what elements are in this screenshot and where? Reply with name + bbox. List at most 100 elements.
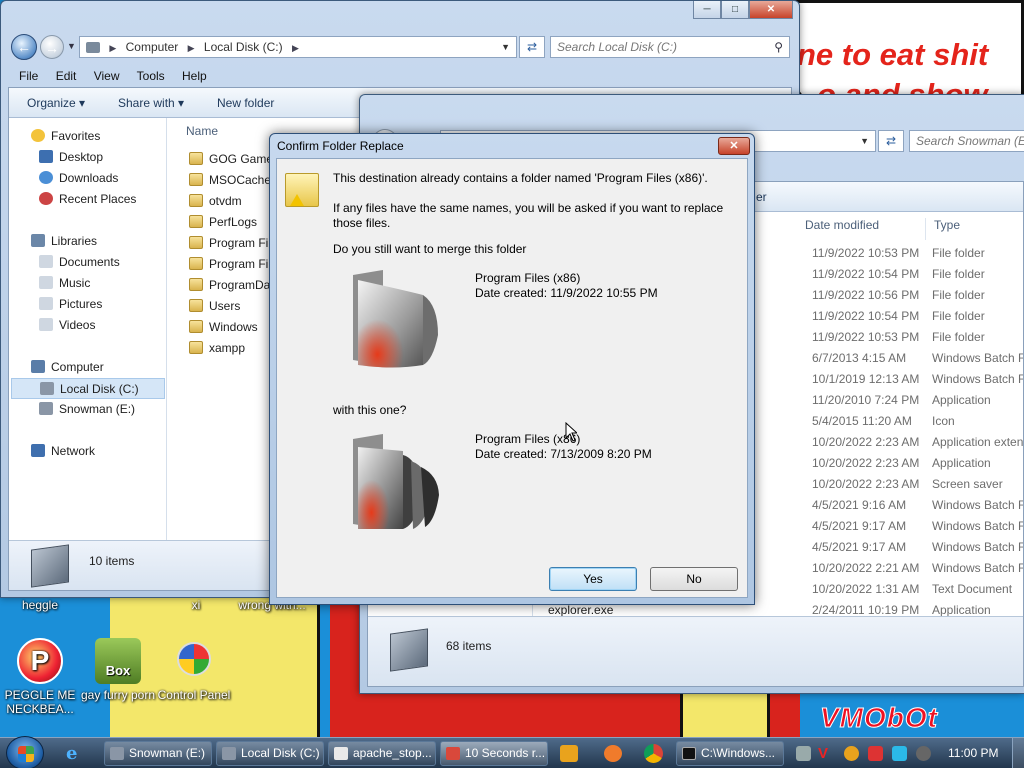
desktop-icon-control-panel[interactable]: Control Panel bbox=[154, 638, 234, 702]
tray-app-icon[interactable] bbox=[796, 746, 811, 761]
nav-label: Music bbox=[59, 276, 91, 290]
breadcrumb-arrow-icon: ▶ bbox=[187, 43, 195, 53]
search-input[interactable]: Search Local Disk (C:) ⚲ bbox=[550, 36, 790, 58]
recent-pages-chevron-icon[interactable]: ▼ bbox=[67, 41, 76, 51]
breadcrumb-computer[interactable]: Computer bbox=[126, 40, 179, 54]
yes-button[interactable]: Yes bbox=[549, 567, 637, 591]
desktop-icon-peggle[interactable]: P PEGGLE ME NECKBEA... bbox=[0, 638, 80, 716]
new-folder-button[interactable]: New folder bbox=[217, 96, 274, 110]
start-button[interactable] bbox=[6, 736, 44, 768]
nav-favorites[interactable]: Favorites bbox=[31, 126, 100, 147]
nav-label: Snowman (E:) bbox=[59, 402, 136, 416]
type-cell: Windows Batch File bbox=[932, 372, 1023, 386]
desktop-icon-box[interactable]: Box gay furry porn bbox=[78, 638, 158, 702]
nav-label: Recent Places bbox=[59, 192, 137, 206]
nav-music[interactable]: Music bbox=[39, 273, 90, 294]
nav-pictures[interactable]: Pictures bbox=[39, 294, 102, 315]
item-count: 10 items bbox=[89, 554, 135, 568]
folder-icon bbox=[189, 341, 203, 354]
taskbar-item-snowman[interactable]: Snowman (E:) bbox=[104, 741, 212, 766]
nav-snowman[interactable]: Snowman (E:) bbox=[39, 399, 135, 420]
nav-label: Favorites bbox=[51, 129, 101, 143]
nav-libraries[interactable]: Libraries bbox=[31, 231, 97, 252]
nav-documents[interactable]: Documents bbox=[39, 252, 120, 273]
windows-logo-icon bbox=[18, 746, 34, 762]
app-icon bbox=[446, 747, 460, 760]
taskbar-label: 10 Seconds r... bbox=[465, 746, 546, 760]
column-header-date[interactable]: Date modified bbox=[805, 218, 879, 232]
nav-label: Pictures bbox=[59, 297, 103, 311]
nav-computer[interactable]: Computer bbox=[31, 357, 104, 378]
chrome-icon[interactable] bbox=[644, 744, 663, 763]
internet-explorer-icon[interactable]: e bbox=[66, 744, 88, 764]
confirm-folder-replace-dialog[interactable]: Confirm Folder Replace ✕ This destinatio… bbox=[269, 133, 755, 605]
date-modified-cell: 11/9/2022 10:53 PM bbox=[812, 246, 920, 260]
organize-button[interactable]: Organize ▾ bbox=[27, 96, 85, 110]
pictures-icon bbox=[39, 297, 53, 310]
nav-local-disk-selected[interactable]: Local Disk (C:) bbox=[11, 378, 165, 399]
network-icon bbox=[31, 444, 45, 457]
minimize-button[interactable]: ─ bbox=[693, 1, 721, 19]
breadcrumb-local-disk[interactable]: Local Disk (C:) bbox=[204, 40, 283, 54]
column-header-type[interactable]: Type bbox=[925, 218, 960, 240]
share-with-button[interactable]: Share with ▾ bbox=[118, 96, 184, 110]
taskbar-item-local-disk[interactable]: Local Disk (C:) bbox=[216, 741, 324, 766]
refresh-button[interactable]: ⇄ bbox=[519, 36, 545, 58]
column-header-name[interactable]: Name bbox=[186, 124, 218, 138]
address-dropdown-icon[interactable]: ▼ bbox=[860, 131, 869, 151]
type-cell: Application bbox=[932, 393, 991, 407]
media-player-icon[interactable] bbox=[560, 745, 578, 762]
forward-button[interactable]: → bbox=[40, 35, 64, 59]
toolbar-fragment[interactable]: er bbox=[756, 190, 767, 204]
address-dropdown-icon[interactable]: ▼ bbox=[501, 37, 510, 57]
type-cell: Windows Batch File bbox=[932, 519, 1023, 533]
search-placeholder: Search Local Disk (C:) bbox=[557, 40, 678, 54]
maximize-button[interactable]: □ bbox=[721, 1, 749, 19]
refresh-button[interactable]: ⇄ bbox=[878, 130, 904, 152]
folder-icon bbox=[189, 194, 203, 207]
search-input[interactable]: Search Snowman (E:) bbox=[909, 130, 1024, 152]
breadcrumb-arrow-icon: ▶ bbox=[109, 43, 117, 53]
menu-file[interactable]: File bbox=[19, 69, 38, 83]
tray-volume-icon[interactable] bbox=[916, 746, 931, 761]
dialog-close-button[interactable]: ✕ bbox=[718, 137, 750, 155]
search-placeholder: Search Snowman (E:) bbox=[916, 134, 1024, 148]
desktop-icon-label: gay furry porn bbox=[80, 688, 156, 702]
back-button[interactable]: ← bbox=[11, 34, 37, 60]
taskbar-item-apache-stop[interactable]: apache_stop... bbox=[328, 741, 436, 766]
desktop-icon bbox=[39, 150, 53, 163]
tray-monitor-icon[interactable] bbox=[892, 746, 907, 761]
menu-edit[interactable]: Edit bbox=[56, 69, 77, 83]
menu-help[interactable]: Help bbox=[182, 69, 207, 83]
nav-downloads[interactable]: Downloads bbox=[39, 168, 118, 189]
close-button[interactable]: ✕ bbox=[749, 1, 793, 19]
nav-desktop[interactable]: Desktop bbox=[39, 147, 103, 168]
menu-tools[interactable]: Tools bbox=[137, 69, 165, 83]
paint-icon[interactable] bbox=[604, 745, 622, 762]
date-modified-cell: 10/20/2022 2:23 AM bbox=[812, 477, 920, 491]
tray-v-icon[interactable]: V bbox=[818, 746, 833, 761]
tray-search-icon[interactable] bbox=[844, 746, 859, 761]
tray-flag-icon[interactable] bbox=[868, 746, 883, 761]
desktop-icon-xi[interactable]: xi bbox=[156, 598, 236, 612]
destination-folder-icon[interactable] bbox=[343, 429, 453, 539]
no-button[interactable]: No bbox=[650, 567, 738, 591]
nav-recent-places[interactable]: Recent Places bbox=[39, 189, 136, 210]
type-cell: Windows Batch File bbox=[932, 540, 1023, 554]
taskbar-item-10-seconds[interactable]: 10 Seconds r... bbox=[440, 741, 548, 766]
drive-icon bbox=[39, 402, 53, 415]
clock[interactable]: 11:00 PM bbox=[948, 746, 998, 760]
address-bar[interactable]: ▶ Computer ▶ Local Disk (C:) ▶ ▼ bbox=[79, 36, 517, 58]
menu-view[interactable]: View bbox=[94, 69, 120, 83]
drive-icon bbox=[222, 747, 236, 760]
type-cell: Windows Batch File bbox=[932, 351, 1023, 365]
desktop-icon-heggle[interactable]: heggle bbox=[0, 598, 80, 612]
source-folder-icon[interactable] bbox=[343, 265, 453, 375]
nav-network[interactable]: Network bbox=[31, 441, 95, 462]
folder-icon bbox=[189, 152, 203, 165]
folder-icon bbox=[189, 299, 203, 312]
warning-icon bbox=[290, 194, 304, 206]
nav-videos[interactable]: Videos bbox=[39, 315, 95, 336]
show-desktop-button[interactable] bbox=[1012, 738, 1024, 768]
taskbar-item-cmd[interactable]: C:\Windows... bbox=[676, 741, 784, 766]
